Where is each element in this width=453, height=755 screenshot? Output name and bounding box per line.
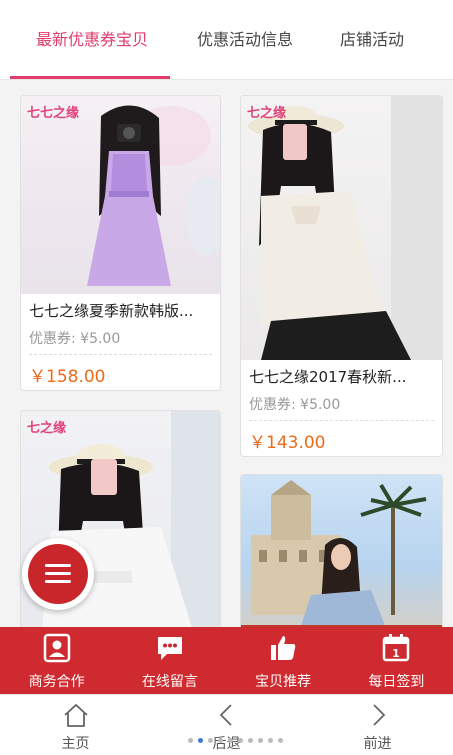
back-icon — [213, 701, 241, 729]
product-price: ￥158.00 — [29, 367, 106, 387]
nav-home[interactable]: 主页 — [0, 695, 151, 755]
product-image[interactable]: 七之缘 — [241, 96, 442, 360]
product-name[interactable]: 七七之缘夏季新款韩版... — [29, 300, 212, 321]
bottom-menu-bar: 商务合作 在线留言 宝贝推荐 1 每日签到 — [0, 627, 453, 694]
floating-menu-button[interactable] — [22, 538, 94, 610]
menu-item-business-cooperation[interactable]: 商务合作 — [0, 627, 113, 694]
brand-logo: 七七之缘 — [27, 106, 80, 121]
nav-label: 前进 — [363, 736, 392, 752]
menu-item-recommended[interactable]: 宝贝推荐 — [227, 627, 340, 694]
forward-icon — [364, 701, 392, 729]
brand-logo: 七之缘 — [247, 106, 287, 121]
product-name[interactable]: 七七之缘2017春秋新... — [249, 366, 434, 387]
page-dot — [238, 738, 243, 743]
tab-store-activity[interactable]: 店铺活动 — [322, 0, 422, 80]
menu-item-label: 每日签到 — [368, 674, 425, 690]
menu-item-daily-checkin[interactable]: 1 每日签到 — [340, 627, 453, 694]
page-dot — [188, 738, 193, 743]
tab-promotion-info[interactable]: 优惠活动信息 — [180, 0, 310, 80]
product-card[interactable]: 七七之缘 七七之缘夏季新款韩版... 优惠券: ¥5.00 ￥158.00 — [20, 95, 221, 391]
chat-bubble-icon — [155, 633, 185, 663]
active-tab-indicator — [10, 76, 170, 79]
menu-item-label: 宝贝推荐 — [255, 674, 312, 690]
home-icon — [62, 701, 90, 729]
page-dot — [268, 738, 273, 743]
page-dot — [228, 738, 233, 743]
page-dot — [218, 738, 223, 743]
page-dot-active — [198, 738, 203, 743]
nav-label: 后退 — [212, 736, 241, 752]
page-dot — [208, 738, 213, 743]
page: 最新优惠券宝贝 优惠活动信息 店铺活动 七七之缘 七七之缘夏季新款韩版... 优 — [0, 0, 453, 755]
contact-card-icon — [42, 633, 72, 663]
page-indicator — [188, 738, 283, 743]
product-card[interactable]: 七之缘 七七之缘2017春秋新... 优惠券: ¥5.00 ￥143.00 — [240, 95, 443, 457]
hamburger-menu-icon — [28, 544, 88, 604]
product-card[interactable] — [240, 474, 443, 640]
nav-label: 主页 — [61, 736, 90, 752]
product-image[interactable] — [241, 475, 442, 639]
menu-item-label: 在线留言 — [141, 674, 198, 690]
menu-item-online-message[interactable]: 在线留言 — [113, 627, 226, 694]
tab-latest-coupon-items[interactable]: 最新优惠券宝贝 — [12, 0, 172, 80]
coupon-value: 优惠券: ¥5.00 — [249, 397, 341, 413]
page-dot — [248, 738, 253, 743]
calendar-icon: 1 — [381, 633, 411, 663]
coupon-value: 优惠券: ¥5.00 — [29, 331, 121, 347]
divider — [249, 420, 434, 421]
nav-forward[interactable]: 前进 — [302, 695, 453, 755]
tab-bar: 最新优惠券宝贝 优惠活动信息 店铺活动 — [0, 0, 453, 80]
divider — [29, 354, 212, 355]
brand-logo: 七之缘 — [27, 421, 67, 436]
nav-back[interactable]: 后退 — [151, 695, 302, 755]
system-navigation: 主页 后退 前进 — [0, 694, 453, 755]
product-image[interactable]: 七七之缘 — [21, 96, 220, 294]
thumbs-up-icon — [268, 633, 298, 663]
page-dot — [258, 738, 263, 743]
menu-item-label: 商务合作 — [28, 674, 85, 690]
calendar-day: 1 — [393, 647, 401, 660]
page-dot — [278, 738, 283, 743]
product-price: ￥143.00 — [249, 433, 326, 453]
